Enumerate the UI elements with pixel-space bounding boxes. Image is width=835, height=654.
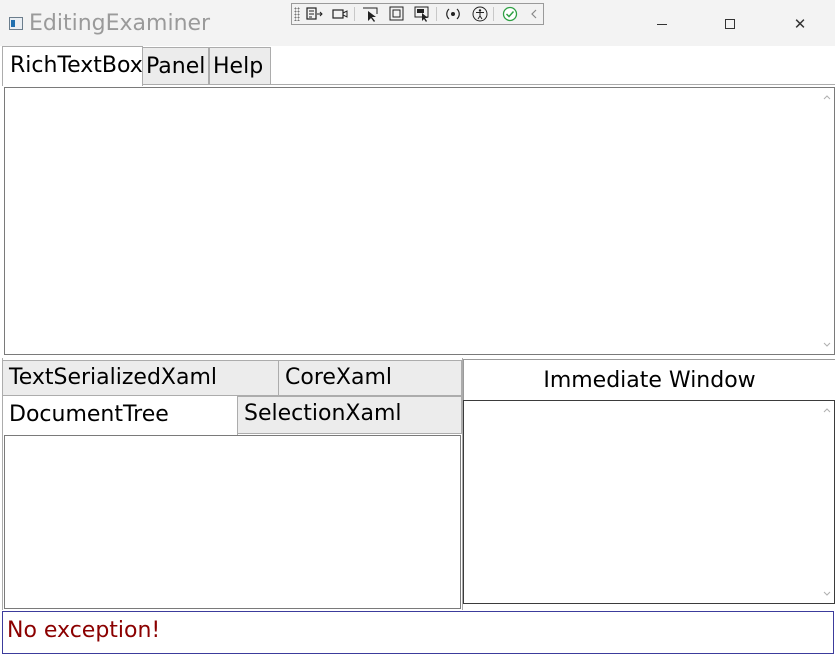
- tab-panel[interactable]: Panel: [142, 47, 209, 85]
- xaml-debug-toolbar: [291, 3, 544, 25]
- collapse-chevron-icon[interactable]: [526, 6, 544, 22]
- scroll-up-icon[interactable]: [823, 406, 831, 414]
- go-to-live-visual-tree-icon[interactable]: [305, 6, 323, 22]
- select-element-icon[interactable]: [362, 6, 380, 22]
- vertical-scrollbar[interactable]: [820, 88, 834, 354]
- accessibility-icon[interactable]: [471, 6, 489, 22]
- display-layout-adorners-icon[interactable]: [388, 6, 406, 22]
- immediate-window-input[interactable]: [463, 400, 835, 604]
- immediate-window-header: Immediate Window: [463, 359, 835, 401]
- toolbar-separator: [436, 7, 437, 21]
- scroll-down-icon[interactable]: [823, 341, 831, 349]
- scroll-down-icon[interactable]: [823, 590, 831, 598]
- tab-corexaml[interactable]: CoreXaml: [278, 360, 462, 396]
- close-button[interactable]: ✕: [777, 8, 823, 40]
- close-icon: ✕: [793, 15, 807, 33]
- tab-help[interactable]: Help: [209, 47, 271, 85]
- toolbar-separator: [493, 7, 494, 21]
- track-focused-element-icon[interactable]: [414, 6, 432, 22]
- window-title: EditingExaminer: [29, 11, 211, 36]
- binding-failures-icon[interactable]: [444, 6, 462, 22]
- tab-textserializedxaml[interactable]: TextSerializedXaml: [2, 360, 279, 396]
- tab-richtextbox[interactable]: RichTextBox: [2, 46, 143, 86]
- scroll-up-icon[interactable]: [823, 93, 831, 101]
- toolbar-grip[interactable]: [294, 7, 300, 21]
- minimize-button[interactable]: [639, 8, 685, 40]
- hot-reload-status-icon[interactable]: [501, 6, 519, 22]
- document-tree-panel[interactable]: [4, 435, 461, 609]
- tab-selectionxaml[interactable]: SelectionXaml: [237, 396, 462, 434]
- maximize-button[interactable]: [707, 8, 753, 40]
- record-icon[interactable]: [331, 6, 349, 22]
- app-icon: [9, 17, 23, 30]
- minimize-icon: [657, 24, 667, 25]
- toolbar-separator: [354, 7, 355, 21]
- rich-text-box[interactable]: [4, 87, 835, 355]
- vertical-scrollbar[interactable]: [820, 401, 834, 603]
- tab-documenttree[interactable]: DocumentTree: [2, 395, 238, 435]
- status-message: No exception!: [2, 611, 834, 654]
- maximize-icon: [725, 19, 735, 29]
